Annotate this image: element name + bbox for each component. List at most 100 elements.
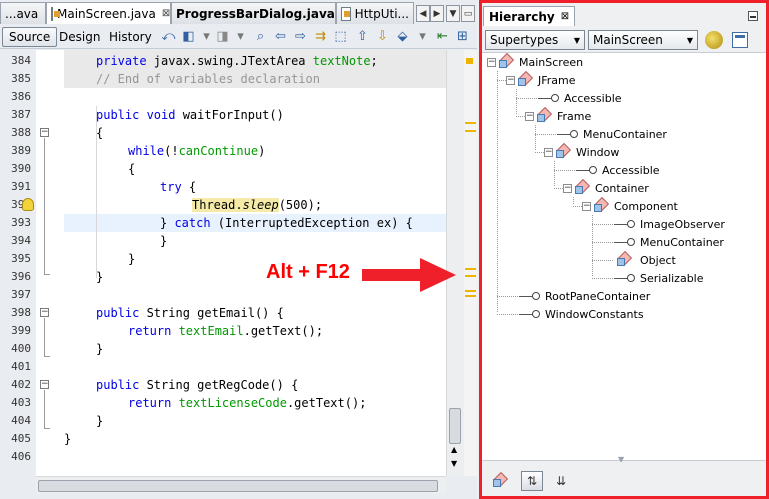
scroll-thumb[interactable] (38, 480, 438, 492)
sort-by-source-icon[interactable]: ⇊ (550, 471, 572, 491)
tab-list-button[interactable]: ▼ (446, 5, 460, 22)
code-line-393: } catch (InterruptedException ex) { (160, 216, 413, 230)
fold-toggle[interactable]: − (40, 308, 49, 317)
source-button[interactable]: Source (2, 27, 58, 47)
close-icon[interactable]: ⊠ (561, 11, 569, 22)
stripe-mark[interactable] (466, 58, 473, 64)
toggle-highlight-icon[interactable]: ⇉ (312, 28, 329, 45)
tree-node-rootpanecontainer[interactable]: RootPaneContainer (519, 287, 650, 305)
editor-toolbar: Source Design History ⤺ ◧ ▾ ◨ ▾ ⌕ ⇦ ⇨ ⇉ … (0, 25, 477, 49)
collapse-toggle[interactable]: − (487, 57, 496, 67)
tree-node-label: ImageObserver (640, 217, 725, 231)
tab-httputi[interactable]: HttpUti... (336, 2, 414, 24)
collapse-toggle[interactable]: − (525, 111, 534, 121)
line-number: 397 (11, 288, 31, 301)
collapse-toggle[interactable]: − (582, 201, 591, 211)
line-number: 396 (11, 270, 31, 283)
stripe-mark[interactable] (465, 275, 476, 277)
collapse-toggle[interactable]: − (506, 75, 515, 85)
hierarchy-class-select[interactable]: MainScreen ▼ (588, 30, 698, 50)
tree-node-frame[interactable]: − Frame (525, 106, 592, 125)
stripe-mark[interactable] (465, 295, 476, 297)
editor-pane: ...ava MainScreen.java ⊠ ProgressBarDial… (0, 0, 477, 499)
prev-bookmark-icon[interactable]: ⇧ (354, 28, 371, 45)
line-number: 384 (11, 54, 31, 67)
hierarchy-tree[interactable]: − MainScreen − JFrame Accessible − Frame… (482, 52, 766, 464)
scroll-up-icon[interactable]: ▲ (451, 445, 457, 454)
tab-ava[interactable]: ...ava (0, 2, 46, 24)
dropdown-icon[interactable]: ▾ (414, 28, 431, 45)
horizontal-scrollbar[interactable] (36, 476, 446, 494)
line-number-gutter: 384 385 386 387 388 389 390 391 392 393 … (0, 50, 36, 476)
tree-node-object[interactable]: Object (614, 250, 676, 269)
fold-toggle[interactable]: − (40, 128, 49, 137)
scroll-down-icon[interactable]: ▼ (451, 459, 457, 468)
rect-select-icon[interactable]: ⬚ (332, 28, 349, 45)
stripe-mark[interactable] (465, 122, 476, 124)
fold-line (44, 138, 45, 274)
next-bookmark-icon[interactable]: ⇩ (374, 28, 391, 45)
stripe-mark[interactable] (465, 268, 476, 270)
tree-node-window[interactable]: − Window (544, 142, 619, 161)
back-icon[interactable]: ◧ (180, 28, 197, 45)
tree-node-serializable[interactable]: Serializable (614, 269, 704, 287)
tree-node-label: Frame (557, 109, 592, 123)
scroll-right-button[interactable]: ▶ (430, 5, 444, 22)
forward-icon[interactable]: ◨ (214, 28, 231, 45)
tab-progressbardialog[interactable]: ProgressBarDialog.java ⊠ (171, 2, 349, 24)
refresh-icon[interactable] (705, 31, 723, 49)
tree-node-accessible[interactable]: Accessible (538, 89, 622, 107)
line-number: 406 (11, 450, 31, 463)
hierarchy-title: Hierarchy (489, 9, 555, 24)
class-view-icon[interactable] (490, 471, 512, 491)
fold-toggle[interactable]: − (40, 380, 49, 389)
tree-node-menucontainer[interactable]: MenuContainer (557, 125, 667, 143)
stripe-mark[interactable] (465, 290, 476, 292)
code-line-398: public String getEmail() { (96, 306, 284, 320)
dropdown-icon[interactable]: ▾ (232, 28, 249, 45)
tree-node-label: Object (640, 253, 676, 267)
find-previous-icon[interactable]: ⇦ (272, 28, 289, 45)
sort-by-name-icon[interactable]: ⇅ (521, 471, 543, 491)
tree-node-menucontainer[interactable]: MenuContainer (614, 233, 724, 251)
line-number: 402 (11, 378, 31, 391)
dropdown-icon[interactable]: ▾ (198, 28, 215, 45)
code-line-399: return textEmail.getText(); (128, 324, 324, 338)
tree-node-windowconstants[interactable]: WindowConstants (519, 305, 644, 323)
hint-bulb-icon[interactable] (22, 198, 34, 211)
filters-icon[interactable] (732, 32, 748, 48)
interface-icon (614, 236, 636, 248)
close-icon[interactable]: ⊠ (162, 8, 170, 19)
tree-node-mainscreen[interactable]: − MainScreen (487, 52, 583, 71)
tab-mainscreen[interactable]: MainScreen.java ⊠ (46, 2, 171, 24)
tree-node-accessible[interactable]: Accessible (576, 161, 660, 179)
collapse-toggle[interactable]: − (544, 147, 553, 157)
code-line-402: public String getRegCode() { (96, 378, 299, 392)
last-edit-icon[interactable]: ⤺ (160, 28, 177, 45)
code-line-390: { (128, 162, 136, 176)
stripe-mark[interactable] (465, 130, 476, 132)
history-button[interactable]: History (103, 27, 158, 47)
line-number: 388 (11, 126, 31, 139)
shift-left-icon[interactable]: ⇤ (434, 28, 451, 45)
line-number: 401 (11, 360, 31, 373)
find-icon[interactable]: ⌕ (252, 28, 269, 45)
scroll-left-button[interactable]: ◀ (416, 5, 430, 22)
collapse-toggle[interactable]: − (563, 183, 572, 193)
line-number: 390 (11, 162, 31, 175)
find-next-icon[interactable]: ⇨ (292, 28, 309, 45)
maximize-button[interactable]: ▭ (461, 5, 475, 22)
hierarchy-mode-select[interactable]: Supertypes ▼ (485, 30, 585, 50)
minimize-icon[interactable] (748, 11, 758, 21)
tree-node-container[interactable]: − Container (563, 178, 649, 197)
scroll-thumb[interactable] (449, 408, 461, 444)
more-icon[interactable]: ⊞ (454, 28, 471, 45)
tab-hierarchy[interactable]: Hierarchy ⊠ (483, 6, 576, 26)
design-button[interactable]: Design (53, 27, 106, 47)
error-stripe[interactable] (464, 50, 477, 476)
tree-node-jframe[interactable]: − JFrame (506, 70, 576, 89)
tree-node-component[interactable]: − Component (582, 196, 678, 215)
tree-node-imageobserver[interactable]: ImageObserver (614, 215, 725, 233)
toggle-bookmark-icon[interactable]: ⬙ (394, 28, 411, 45)
fold-column (36, 50, 64, 476)
